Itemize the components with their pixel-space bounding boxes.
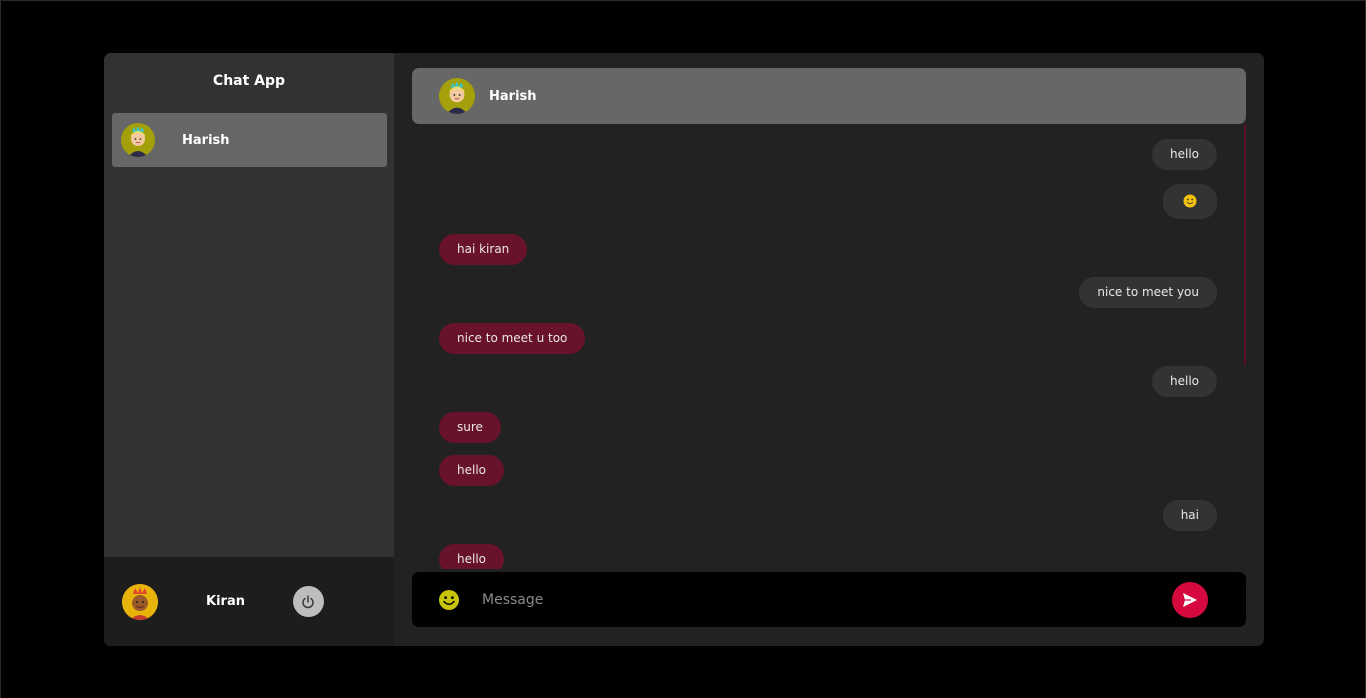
power-icon	[302, 594, 315, 608]
message-bubble[interactable]: hello	[1152, 366, 1217, 397]
current-user-bar: Kiran	[104, 557, 394, 646]
contact-name: Harish	[182, 132, 230, 148]
message-list[interactable]: hello hai kiran nice to meet you nice to…	[412, 125, 1246, 569]
message-bubble[interactable]: hai kiran	[439, 234, 528, 265]
scrollbar[interactable]	[1244, 125, 1246, 365]
send-button[interactable]	[1172, 581, 1208, 618]
emoji-button[interactable]	[438, 589, 460, 611]
message-bubble[interactable]: sure	[439, 412, 501, 443]
chat-header-name: Harish	[489, 88, 537, 104]
send-icon	[1183, 592, 1197, 607]
avatar-kiran-icon[interactable]	[122, 583, 158, 620]
smiley-emoji-icon	[1183, 194, 1197, 208]
message-bubble[interactable]: hello	[1152, 139, 1217, 170]
message-bubble[interactable]: hai	[1162, 500, 1217, 531]
logout-button[interactable]	[292, 586, 324, 617]
message-bubble[interactable]: hello	[439, 544, 504, 569]
avatar-harish-icon[interactable]	[439, 78, 475, 114]
sidebar: Chat App Harish Kiran	[104, 53, 394, 646]
current-user-name: Kiran	[206, 594, 245, 609]
emoji-icon	[439, 589, 459, 610]
chat-header: Harish	[412, 68, 1246, 124]
message-bubble-emoji[interactable]	[1163, 184, 1217, 219]
message-bubble[interactable]: hello	[439, 455, 504, 486]
message-bubble[interactable]: nice to meet u too	[439, 323, 586, 354]
contact-item-harish[interactable]: Harish	[112, 113, 387, 167]
chat-app: Chat App Harish Kiran Harish hello hai k…	[104, 53, 1264, 646]
chat-panel: Harish hello hai kiran nice to meet you …	[394, 53, 1264, 646]
app-title: Chat App	[212, 73, 286, 89]
message-bubble[interactable]: nice to meet you	[1079, 277, 1217, 308]
avatar-harish-icon	[121, 123, 155, 157]
message-composer	[412, 572, 1246, 627]
message-input[interactable]	[482, 591, 1172, 608]
